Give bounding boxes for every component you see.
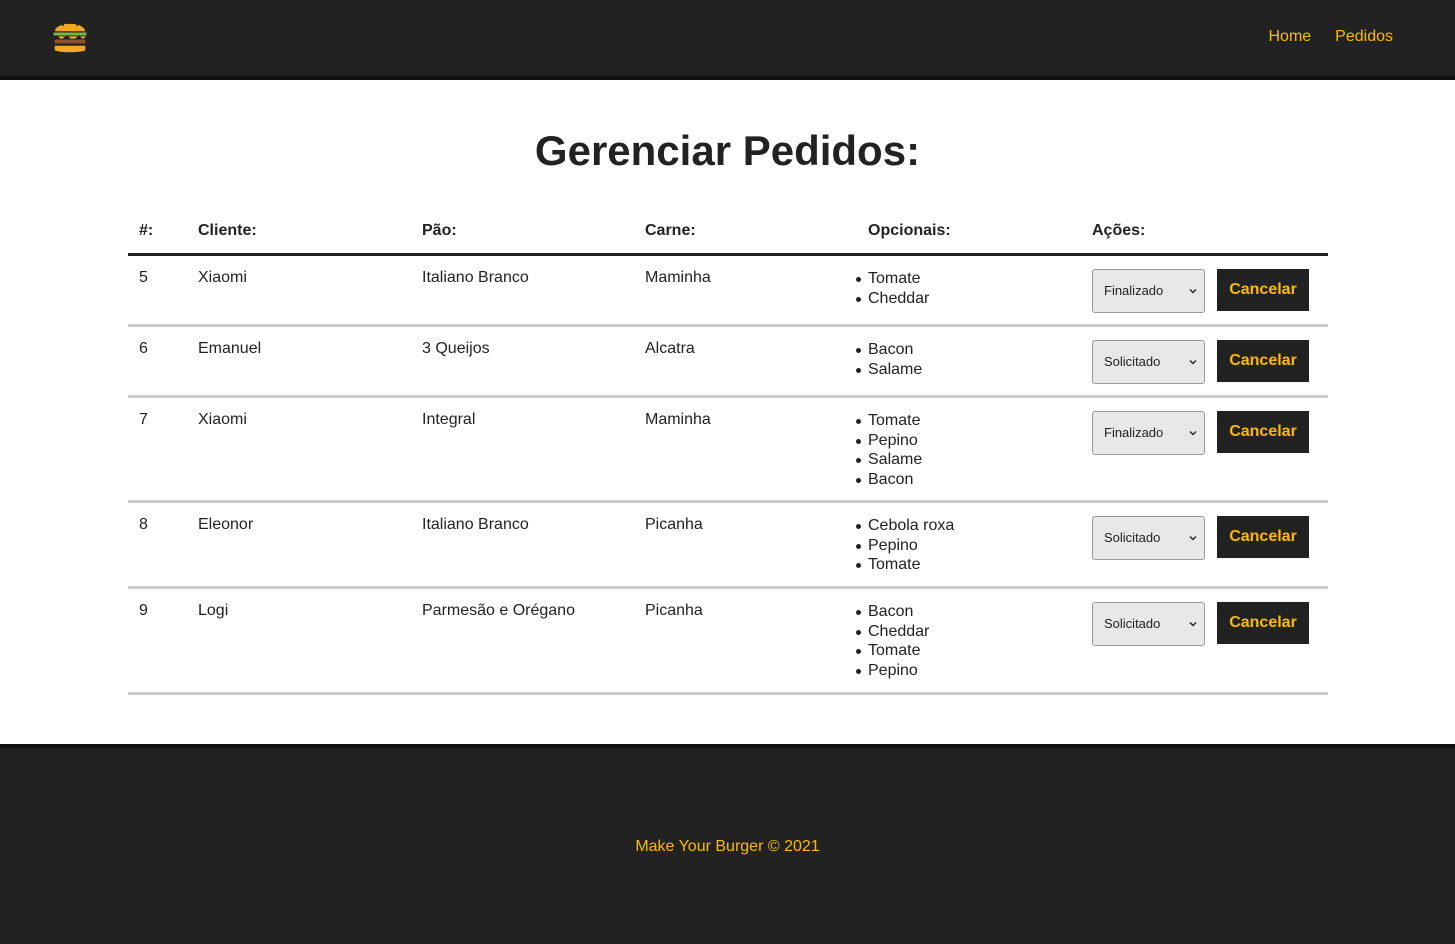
page-title: Gerenciar Pedidos: (534, 127, 921, 174)
status-value: Solicitado (1104, 354, 1161, 369)
order-pao: 3 Queijos (422, 340, 490, 357)
cancel-button[interactable]: Cancelar (1217, 340, 1309, 382)
order-cliente: Xiaomi (198, 411, 247, 428)
table-header: #: Cliente: Pão: Carne: Opcionais: Ações… (128, 212, 1328, 256)
order-id: 7 (139, 411, 148, 428)
table-row: 6 Emanuel 3 Queijos Alcatra Bacon Salame… (128, 327, 1328, 398)
order-opcionais: Cebola roxa Pepino Tomate (855, 516, 955, 575)
header-carne: Carne: (645, 222, 696, 239)
opcional-item: Pepino (855, 536, 954, 556)
order-opcionais: Bacon Cheddar Tomate Pepino (855, 602, 930, 681)
order-pao: Parmesão e Orégano (422, 602, 575, 619)
chevron-down-icon (1189, 360, 1197, 365)
order-cliente: Logi (198, 602, 229, 619)
table-row: 7 Xiaomi Integral Maminha Tomate Pepino … (128, 398, 1328, 503)
opcional-item: Tomate (855, 641, 929, 661)
orders-table: #: Cliente: Pão: Carne: Opcionais: Ações… (128, 212, 1328, 695)
cancel-button[interactable]: Cancelar (1217, 269, 1309, 311)
opcional-item: Cheddar (855, 622, 930, 640)
table-row: 9 Logi Parmesão e Orégano Picanha Bacon … (128, 589, 1328, 695)
order-carne: Alcatra (645, 340, 695, 357)
opcional-item: Salame (855, 360, 923, 378)
status-value: Finalizado (1104, 283, 1164, 298)
cancel-button[interactable]: Cancelar (1217, 602, 1309, 644)
opcional-item: Salame (855, 451, 923, 468)
footer: Make Your Burger © 2021 (0, 744, 1455, 944)
opcional-item: Cebola roxa (855, 517, 955, 534)
status-select[interactable]: Finalizado (1092, 411, 1205, 455)
order-pao: Integral (422, 411, 476, 428)
order-opcionais: Tomate Pepino Salame Bacon (855, 411, 923, 490)
nav-links: Home Pedidos (1268, 28, 1393, 46)
status-select[interactable]: Solicitado (1092, 516, 1205, 560)
order-carne: Picanha (645, 516, 703, 533)
order-cliente: Eleonor (198, 516, 254, 533)
header-opcionais: Opcionais: (868, 222, 951, 239)
order-carne: Maminha (645, 269, 711, 286)
order-id: 8 (139, 516, 148, 533)
opcional-item: Tomate (855, 412, 921, 429)
burger-icon[interactable] (52, 16, 88, 56)
footer-copyright: Make Your Burger © 2021 (635, 838, 820, 855)
order-carne: Maminha (645, 411, 711, 428)
header-cliente: Cliente: (198, 222, 257, 239)
nav-link-pedidos[interactable]: Pedidos (1335, 28, 1393, 46)
order-id: 5 (139, 269, 148, 286)
status-value: Solicitado (1104, 616, 1161, 631)
status-value: Solicitado (1104, 530, 1161, 545)
navbar: Home Pedidos (0, 0, 1455, 80)
header-acoes: Ações: (1092, 222, 1146, 239)
opcional-item: Pepino (855, 431, 922, 451)
cancel-button[interactable]: Cancelar (1217, 516, 1309, 558)
order-id: 9 (139, 602, 148, 619)
order-cliente: Emanuel (198, 340, 262, 357)
header-pao: Pão: (422, 222, 457, 239)
chevron-down-icon (1189, 622, 1197, 627)
status-select[interactable]: Finalizado (1092, 269, 1205, 313)
table-row: 8 Eleonor Italiano Branco Picanha Cebola… (128, 503, 1328, 589)
opcional-item: Pepino (855, 661, 929, 681)
order-id: 6 (139, 340, 148, 357)
chevron-down-icon (1189, 289, 1197, 294)
order-pao: Italiano Branco (422, 269, 529, 286)
opcional-item: Bacon (855, 340, 922, 360)
opcional-item: Cheddar (855, 289, 930, 307)
table-row: 5 Xiaomi Italiano Branco Maminha Tomate … (128, 256, 1328, 327)
order-pao: Italiano Branco (422, 516, 529, 533)
header-id: #: (139, 222, 154, 239)
status-select[interactable]: Solicitado (1092, 602, 1205, 646)
opcional-item: Bacon (855, 602, 929, 622)
opcional-item: Tomate (855, 269, 929, 289)
opcional-item: Bacon (855, 470, 922, 490)
order-opcionais: Tomate Cheddar (855, 269, 930, 308)
cancel-button[interactable]: Cancelar (1217, 411, 1309, 453)
status-value: Finalizado (1104, 425, 1164, 440)
status-select[interactable]: Solicitado (1092, 340, 1205, 384)
chevron-down-icon (1189, 431, 1197, 436)
opcional-item: Tomate (855, 555, 954, 575)
order-opcionais: Bacon Salame (855, 340, 923, 379)
chevron-down-icon (1189, 536, 1197, 541)
order-carne: Picanha (645, 602, 703, 619)
nav-link-home[interactable]: Home (1268, 28, 1311, 46)
order-cliente: Xiaomi (198, 269, 247, 286)
